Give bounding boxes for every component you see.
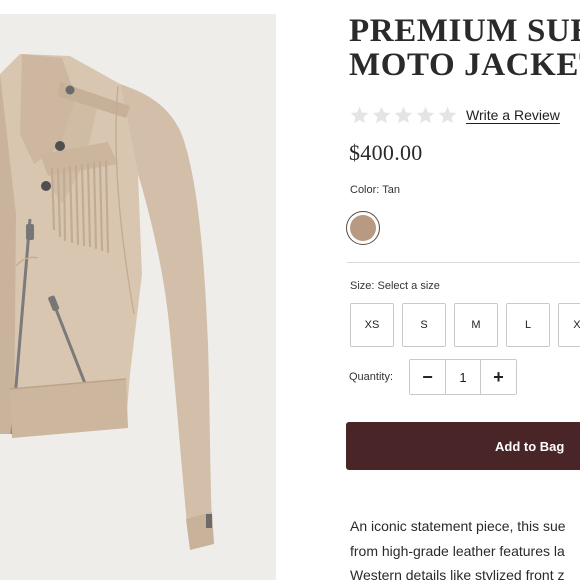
description-line-2: from high-grade leather features la — [350, 542, 565, 559]
star-icon — [350, 106, 369, 123]
star-rating — [349, 104, 458, 126]
star-icon — [416, 106, 435, 123]
quantity-label: Quantity: — [349, 371, 394, 383]
description-line-3: Western details like stylized front z — [350, 567, 565, 580]
quantity-decrease-button[interactable]: − — [410, 360, 446, 394]
color-label: Color: Tan — [350, 184, 400, 196]
color-swatch-tan[interactable] — [346, 211, 380, 245]
product-title: PREMIUM SUE MOTO JACKET — [349, 14, 580, 82]
description-line-1: An iconic statement piece, this sue — [350, 518, 566, 534]
star-icon — [394, 106, 413, 123]
product-description: An iconic statement piece, this sue from… — [350, 514, 580, 580]
size-button-m[interactable]: M — [454, 303, 498, 347]
quantity-value[interactable]: 1 — [446, 360, 480, 394]
size-label: Size: Select a size — [350, 280, 440, 292]
quantity-increase-button[interactable]: + — [480, 360, 516, 394]
size-button-xs[interactable]: XS — [350, 303, 394, 347]
divider — [347, 262, 580, 263]
add-to-bag-button[interactable]: Add to Bag — [346, 422, 580, 470]
product-title-line-1: PREMIUM SUE — [349, 13, 580, 49]
jacket-illustration — [0, 54, 214, 550]
color-swatch-fill — [350, 215, 376, 241]
write-review-link[interactable]: Write a Review — [466, 107, 560, 123]
product-image[interactable] — [0, 14, 276, 580]
quantity-stepper: − 1 + — [409, 359, 517, 395]
size-button-l[interactable]: L — [506, 303, 550, 347]
size-options: XS S M L XL — [350, 303, 580, 347]
star-icon — [438, 106, 457, 123]
star-icon — [372, 106, 391, 123]
product-price: $400.00 — [349, 140, 423, 165]
size-button-xl[interactable]: XL — [558, 303, 580, 347]
size-button-s[interactable]: S — [402, 303, 446, 347]
product-title-line-2: MOTO JACKET — [349, 47, 580, 83]
